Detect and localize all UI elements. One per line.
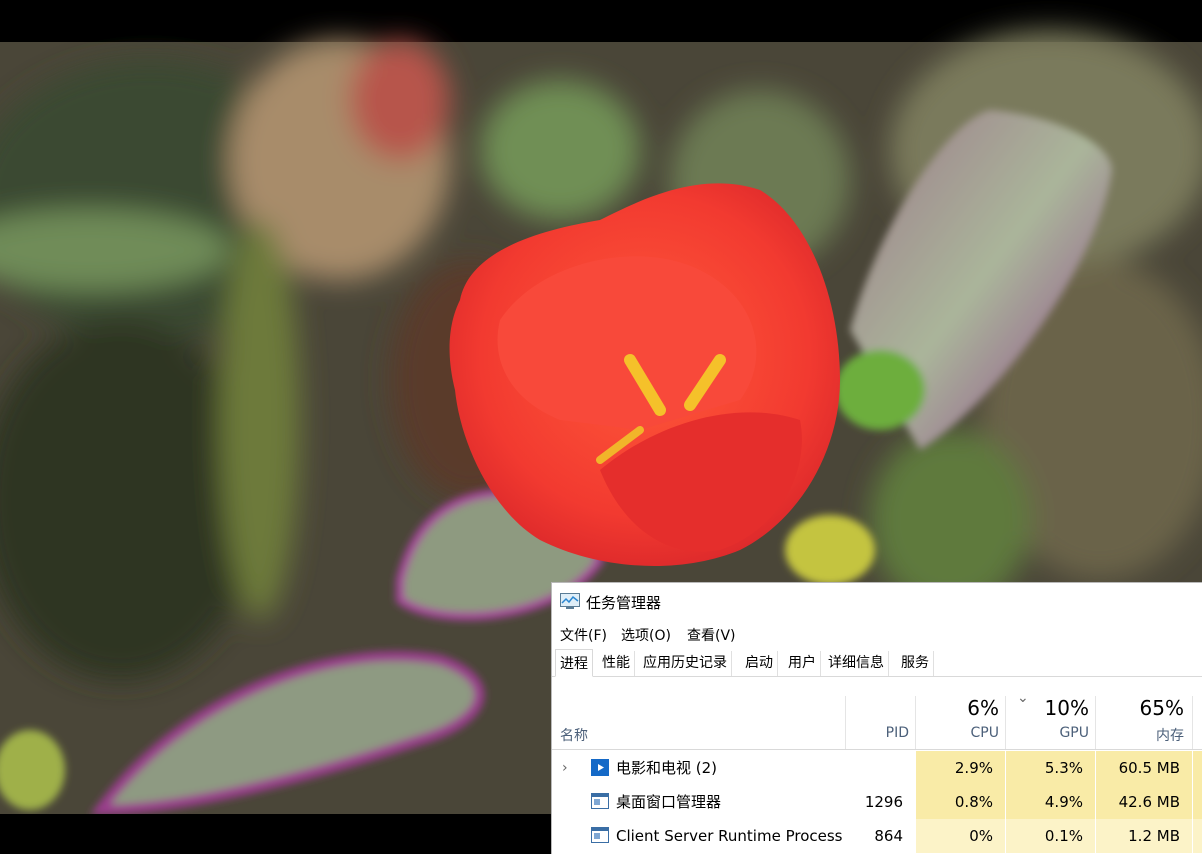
process-name: 电影和电视 (2) bbox=[616, 759, 718, 777]
column-divider[interactable] bbox=[915, 696, 916, 749]
menu-view[interactable]: 查看(V) bbox=[687, 625, 736, 645]
process-cpu: 2.9% bbox=[916, 751, 1005, 785]
column-divider[interactable] bbox=[1095, 696, 1096, 749]
process-memory: 1.2 MB bbox=[1096, 819, 1192, 853]
column-cpu-header[interactable]: CPU bbox=[922, 725, 999, 741]
process-cpu: 0.8% bbox=[916, 785, 1005, 819]
tab-startup[interactable]: 启动 bbox=[741, 651, 778, 676]
process-name: Client Server Runtime Process bbox=[616, 827, 843, 845]
column-gpu-header[interactable]: GPU bbox=[1012, 725, 1089, 741]
row-overflow-cell bbox=[1193, 785, 1202, 819]
menu-file[interactable]: 文件(F) bbox=[560, 625, 607, 645]
task-manager-window: 任务管理器 文件(F) 选项(O) 查看(V) 进程 性能 应用历史记录 启动 … bbox=[551, 582, 1202, 854]
table-row[interactable]: 桌面窗口管理器 1296 0.8% 4.9% 42.6 MB bbox=[552, 785, 1202, 819]
window-title: 任务管理器 bbox=[586, 594, 662, 612]
process-pid: 864 bbox=[874, 827, 903, 845]
process-pid: 1296 bbox=[864, 793, 903, 811]
column-divider[interactable] bbox=[845, 696, 846, 749]
process-memory: 60.5 MB bbox=[1096, 751, 1192, 785]
process-gpu: 4.9% bbox=[1006, 785, 1095, 819]
column-pid-header[interactable]: PID bbox=[852, 725, 909, 741]
table-row[interactable]: Client Server Runtime Process 864 0% 0.1… bbox=[552, 819, 1202, 853]
column-memory-header[interactable]: 内存 bbox=[1102, 725, 1184, 745]
tab-services[interactable]: 服务 bbox=[897, 651, 934, 676]
process-gpu: 5.3% bbox=[1006, 751, 1095, 785]
task-manager-icon bbox=[560, 593, 580, 609]
tab-processes[interactable]: 进程 bbox=[555, 649, 593, 677]
window-process-icon bbox=[591, 827, 609, 843]
tab-details[interactable]: 详细信息 bbox=[824, 651, 889, 676]
tab-users[interactable]: 用户 bbox=[784, 651, 821, 676]
row-overflow-cell bbox=[1193, 751, 1202, 785]
process-pid bbox=[846, 751, 915, 785]
movies-tv-app-icon bbox=[591, 759, 609, 776]
process-gpu: 0.1% bbox=[1006, 819, 1095, 853]
gpu-total-percent[interactable]: 10% bbox=[1012, 696, 1089, 720]
column-divider[interactable] bbox=[1005, 696, 1006, 749]
memory-total-percent[interactable]: 65% bbox=[1102, 696, 1184, 720]
expand-chevron-icon[interactable]: › bbox=[562, 751, 568, 785]
cpu-total-percent[interactable]: 6% bbox=[922, 696, 999, 720]
tab-bar: 进程 性能 应用历史记录 启动 用户 详细信息 服务 bbox=[552, 649, 1202, 677]
process-cpu: 0% bbox=[916, 819, 1005, 853]
window-process-icon bbox=[591, 793, 609, 809]
process-name: 桌面窗口管理器 bbox=[616, 793, 722, 811]
table-row[interactable]: › 电影和电视 (2) 2.9% 5.3% 60.5 MB bbox=[552, 751, 1202, 785]
menu-options[interactable]: 选项(O) bbox=[621, 625, 671, 645]
column-header: 名称 PID 6% CPU ⌄ 10% GPU 65% 内存 bbox=[552, 678, 1202, 750]
row-overflow-cell bbox=[1193, 819, 1202, 853]
title-bar[interactable]: 任务管理器 bbox=[552, 583, 1202, 617]
tab-app-history[interactable]: 应用历史记录 bbox=[639, 651, 732, 676]
process-memory: 42.6 MB bbox=[1096, 785, 1192, 819]
menu-bar: 文件(F) 选项(O) 查看(V) bbox=[552, 623, 1202, 647]
tab-performance[interactable]: 性能 bbox=[598, 651, 635, 676]
column-divider[interactable] bbox=[1192, 696, 1193, 749]
column-name-header[interactable]: 名称 bbox=[560, 725, 588, 745]
